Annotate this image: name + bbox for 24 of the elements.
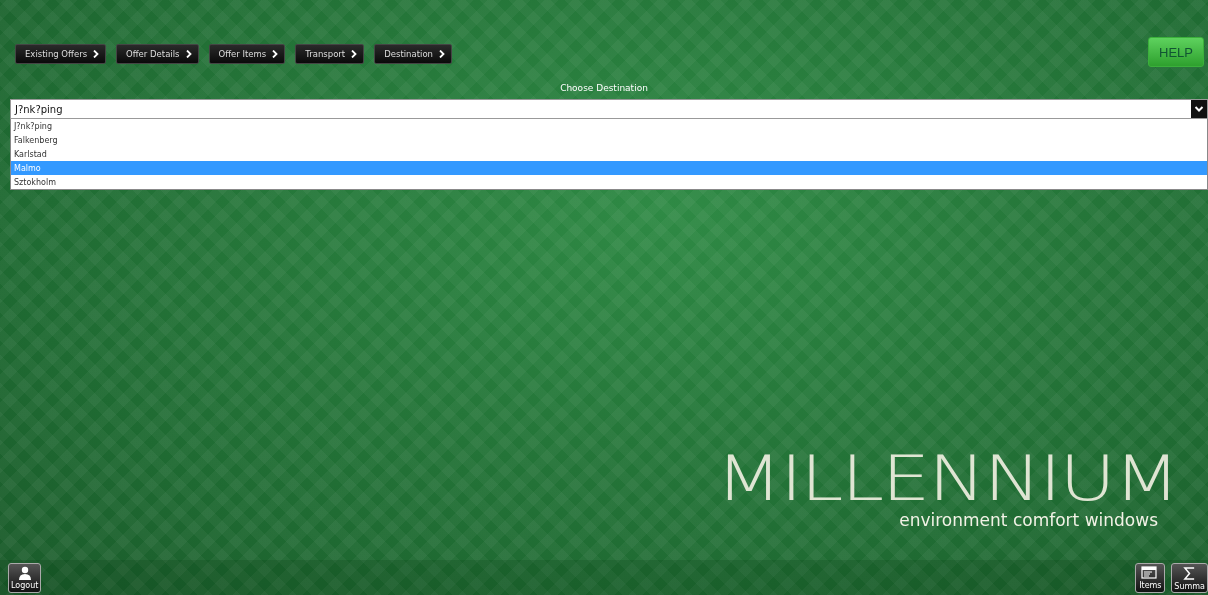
breadcrumb-button[interactable]: Destination [374, 44, 452, 64]
breadcrumb-button[interactable]: Offer Details [116, 44, 199, 64]
chevron-icon [438, 50, 445, 58]
list-window-icon [1141, 566, 1160, 580]
chevron-icon [185, 50, 192, 58]
dropdown-option[interactable]: J?nk?ping [11, 119, 1207, 133]
breadcrumb-button[interactable]: Offer Items [208, 44, 286, 64]
dropdown-option[interactable]: Sztokholm [11, 175, 1207, 189]
dropdown-option[interactable]: Karlstad [11, 147, 1207, 161]
dropdown-option[interactable]: Falkenberg [11, 133, 1207, 147]
chevron-icon [93, 50, 100, 58]
breadcrumb-button[interactable]: Existing Offers [15, 44, 107, 64]
summary-button[interactable]: Summa [1171, 563, 1208, 593]
sigma-icon [1183, 565, 1197, 581]
items-button[interactable]: Items [1135, 563, 1166, 593]
chevron-icon [351, 50, 358, 58]
logo-tagline: environment comfort windows [899, 510, 1158, 530]
logout-button[interactable]: Logout [8, 563, 42, 593]
person-icon [16, 566, 33, 580]
destination-dropdown[interactable]: J?nk?ping [10, 99, 1208, 119]
logo-wordmark: MILLENNIUM [715, 448, 1178, 510]
breadcrumb-button[interactable]: Transport [295, 44, 365, 64]
chevron-icon [272, 50, 279, 58]
section-heading: Choose Destination [559, 83, 649, 95]
